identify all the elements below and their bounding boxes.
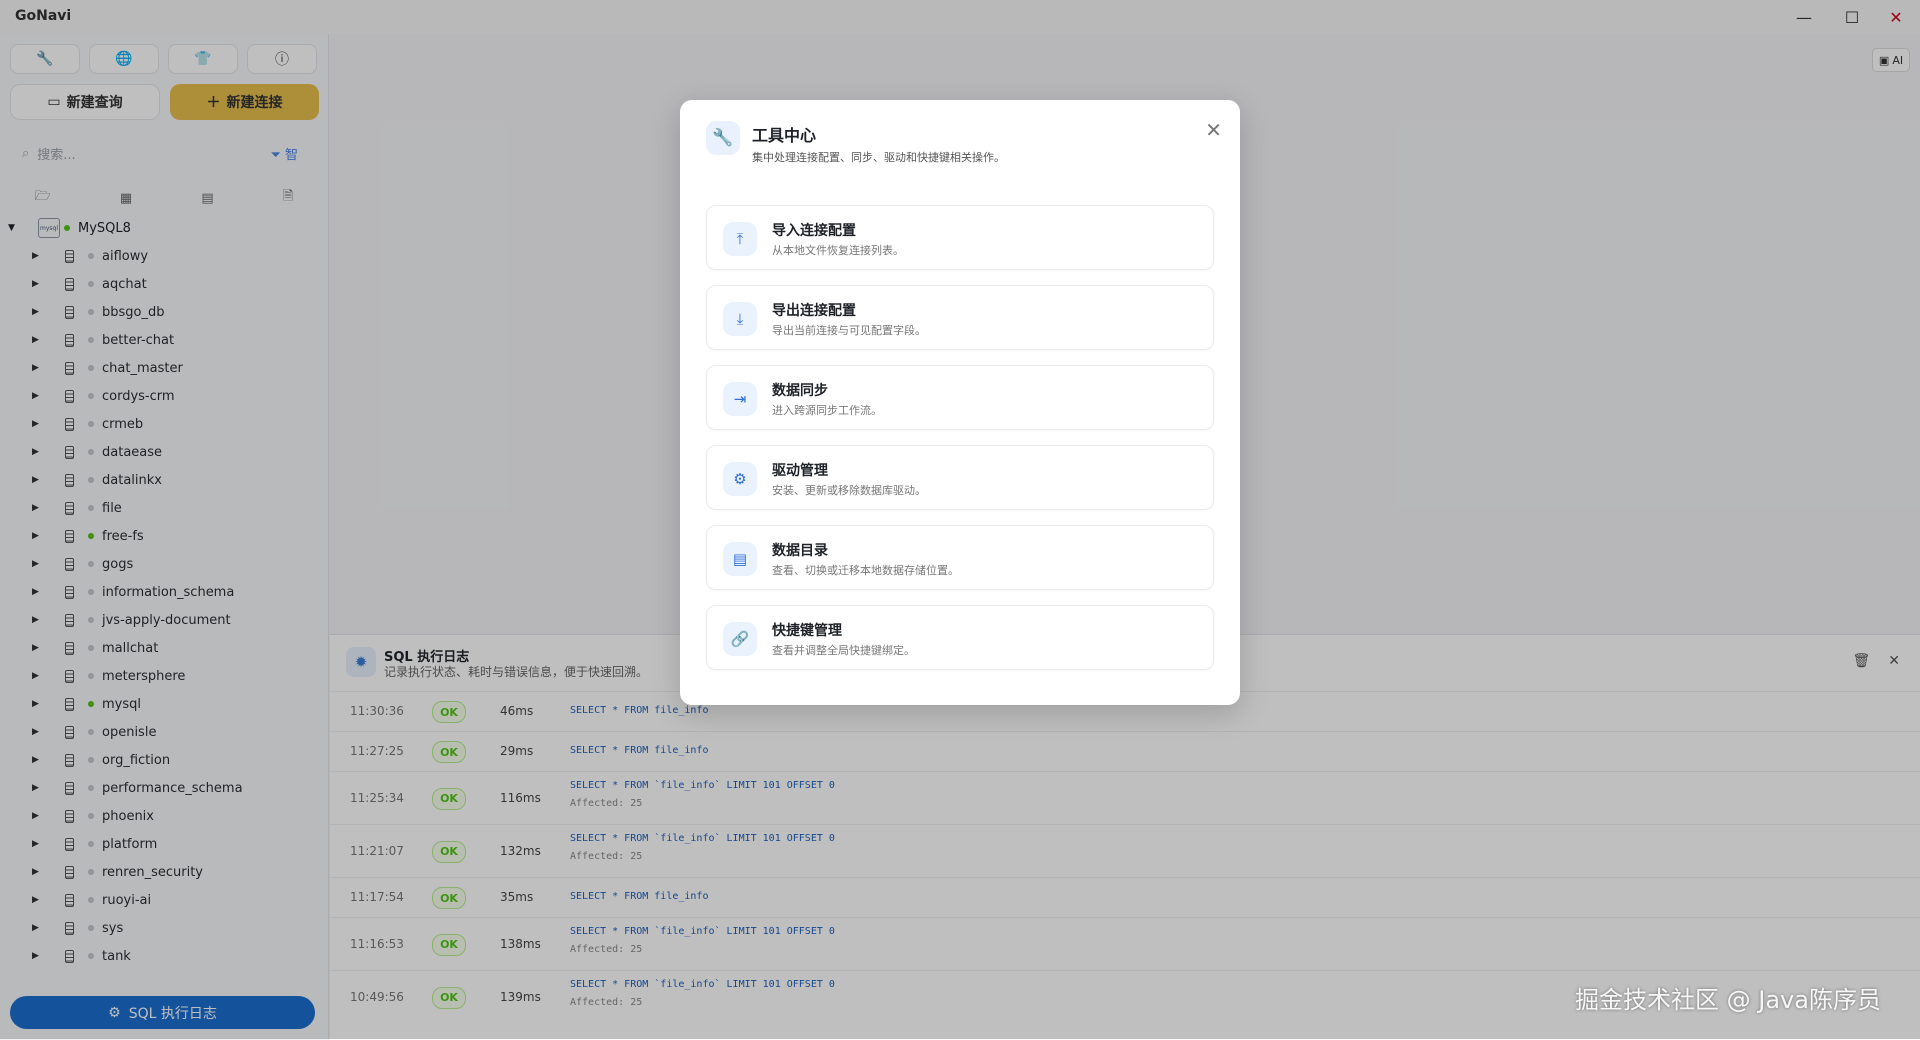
wrench-icon: 🔧 [706, 121, 740, 155]
tool-card-desc: 查看并调整全局快捷键绑定。 [772, 644, 915, 657]
link-icon: 🔗 [723, 622, 757, 656]
tool-card[interactable]: ⤒ 导入连接配置从本地文件恢复连接列表。 [706, 205, 1214, 270]
tool-card-title: 快捷键管理 [772, 623, 842, 639]
tool-card-desc: 从本地文件恢复连接列表。 [772, 244, 904, 257]
tool-card-title: 驱动管理 [772, 463, 828, 479]
watermark: 掘金技术社区 @ Java陈序员 [1575, 986, 1881, 1014]
tool-card-title: 导入连接配置 [772, 223, 856, 239]
sync-icon: ⇥ [723, 382, 757, 416]
tool-card[interactable]: 🔗 快捷键管理查看并调整全局快捷键绑定。 [706, 605, 1214, 670]
modal-title: 工具中心 [752, 126, 817, 145]
download-icon: ⤓ [723, 302, 757, 336]
tool-card-desc: 安装、更新或移除数据库驱动。 [772, 484, 926, 497]
tool-center-modal: 🔧 工具中心 集中处理连接配置、同步、驱动和快捷键相关操作。 ✕ ⤒ 导入连接配置… [680, 100, 1240, 705]
tool-card-desc: 查看、切换或迁移本地数据存储位置。 [772, 564, 959, 577]
tool-card[interactable]: ⇥ 数据同步进入跨源同步工作流。 [706, 365, 1214, 430]
tool-card[interactable]: ⚙ 驱动管理安装、更新或移除数据库驱动。 [706, 445, 1214, 510]
modal-subtitle: 集中处理连接配置、同步、驱动和快捷键相关操作。 [752, 151, 1005, 164]
tool-card-desc: 导出当前连接与可见配置字段。 [772, 324, 926, 337]
tool-card-desc: 进入跨源同步工作流。 [772, 404, 882, 417]
tool-card[interactable]: ⤓ 导出连接配置导出当前连接与可见配置字段。 [706, 285, 1214, 350]
tool-card-title: 导出连接配置 [772, 303, 856, 319]
tool-card[interactable]: ▤ 数据目录查看、切换或迁移本地数据存储位置。 [706, 525, 1214, 590]
upload-icon: ⤒ [723, 222, 757, 256]
modal-close-icon[interactable]: ✕ [1205, 118, 1222, 142]
gear-icon: ⚙ [723, 462, 757, 496]
folder-icon: ▤ [723, 542, 757, 576]
tool-card-title: 数据目录 [772, 543, 828, 559]
tool-card-title: 数据同步 [772, 383, 828, 399]
